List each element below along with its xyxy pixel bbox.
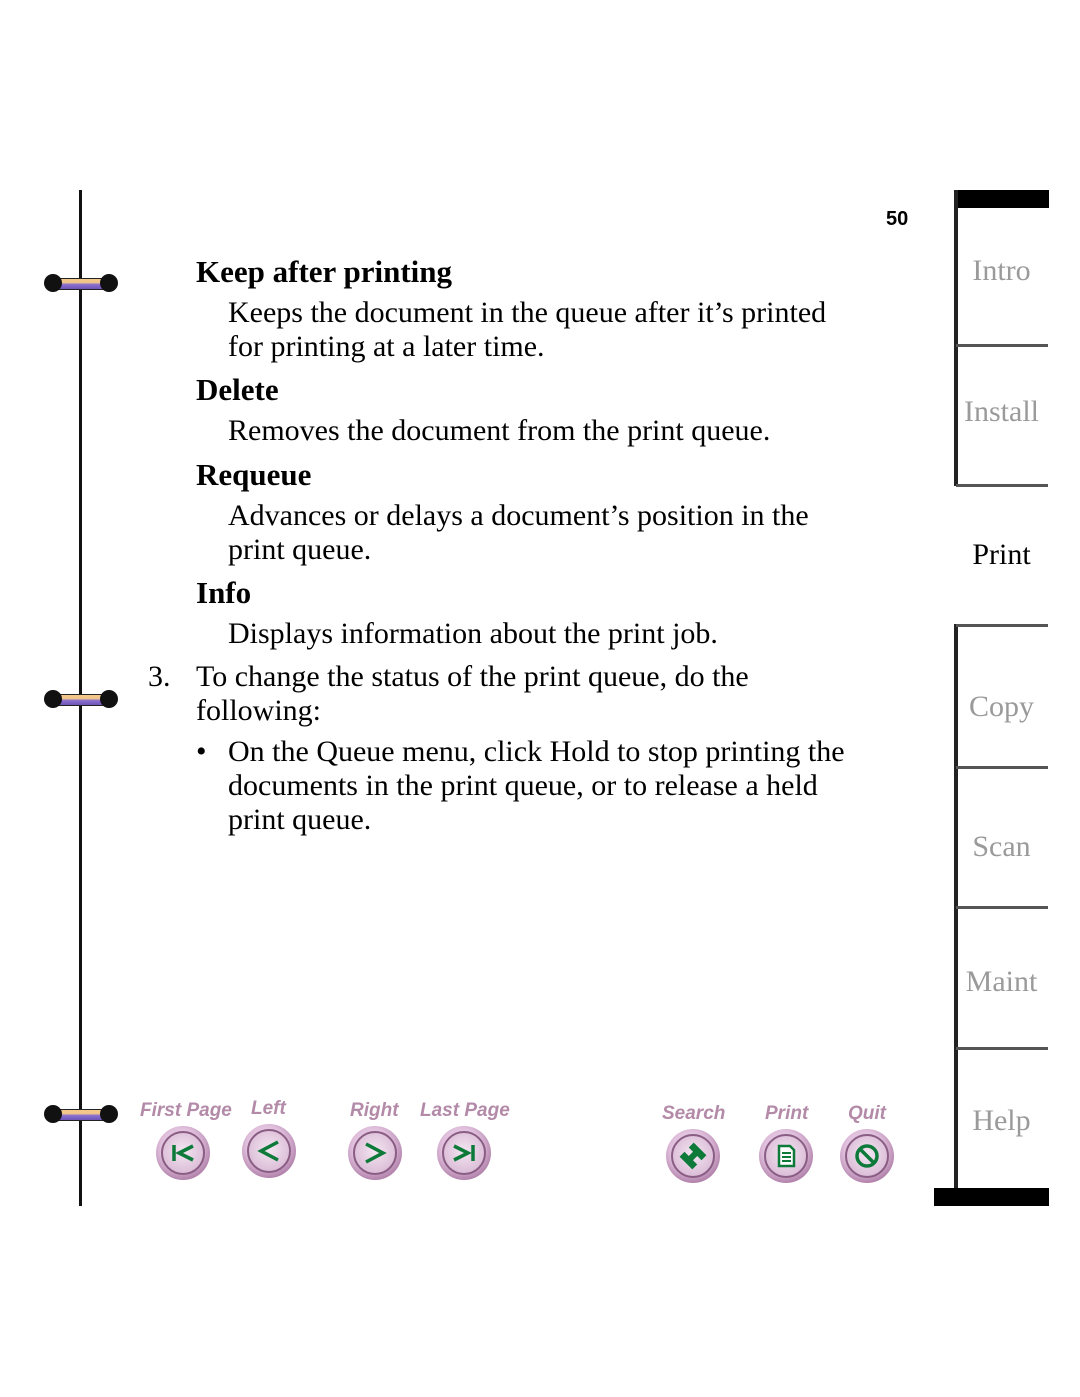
- binder-ring: [44, 274, 118, 292]
- left-button[interactable]: [242, 1124, 296, 1178]
- first-page-label: First Page: [140, 1100, 232, 1121]
- body-line: following:: [196, 694, 321, 727]
- section-body: Advances or delays a document’s position…: [228, 499, 888, 567]
- tab-divider: [956, 766, 1048, 769]
- tab-maint[interactable]: Maint: [954, 965, 1049, 999]
- body-line: print queue.: [228, 533, 372, 566]
- quit-no-icon: [855, 1144, 879, 1168]
- body-line: for printing at a later time.: [228, 330, 545, 363]
- bullet-glyph: •: [196, 735, 207, 768]
- page-number: 50: [886, 208, 909, 230]
- first-page-icon: [172, 1144, 194, 1162]
- step-text: To change the status of the print queue,…: [196, 660, 896, 728]
- section-body: Removes the document from the print queu…: [228, 414, 888, 448]
- left-label: Left: [251, 1098, 286, 1119]
- quit-button[interactable]: [840, 1129, 894, 1183]
- left-arrow-icon: [257, 1140, 279, 1162]
- tabs-bottom-bar: [934, 1188, 1049, 1206]
- section-body: Keeps the document in the queue after it…: [228, 296, 888, 364]
- last-page-icon: [453, 1144, 475, 1162]
- tab-copy[interactable]: Copy: [954, 690, 1049, 724]
- tab-divider: [956, 624, 1048, 627]
- body-line: Keeps the document in the queue after it…: [228, 296, 827, 329]
- body-line: Removes the document from the print queu…: [228, 414, 771, 447]
- print-document-icon: [777, 1144, 796, 1168]
- search-button[interactable]: [666, 1129, 720, 1183]
- binder-ring: [44, 690, 118, 708]
- bullet-text: On the Queue menu, click Hold to stop pr…: [228, 735, 908, 837]
- last-page-label: Last Page: [420, 1100, 510, 1121]
- print-label: Print: [765, 1103, 809, 1124]
- tab-intro[interactable]: Intro: [954, 254, 1049, 288]
- tabs-top-bar: [954, 190, 1049, 208]
- quit-label: Quit: [848, 1103, 886, 1124]
- section-tabs: Intro Install Print Copy Scan Maint Help: [934, 190, 1049, 1206]
- section-heading: Delete: [196, 372, 279, 407]
- section-heading: Keep after printing: [196, 254, 453, 289]
- body-line: On the Queue menu, click Hold to stop pr…: [228, 735, 845, 768]
- tab-divider: [956, 484, 1048, 487]
- section-body: Displays information about the print job…: [228, 617, 888, 651]
- tab-print[interactable]: Print: [954, 538, 1049, 572]
- last-page-button[interactable]: [437, 1126, 491, 1180]
- tab-divider: [956, 344, 1048, 347]
- right-label: Right: [350, 1100, 399, 1121]
- body-line: Advances or delays a document’s position…: [228, 499, 809, 532]
- body-line: print queue.: [228, 803, 372, 836]
- tab-divider: [956, 906, 1048, 909]
- section-heading: Requeue: [196, 457, 312, 492]
- tab-scan[interactable]: Scan: [954, 830, 1049, 864]
- binder-ring: [44, 1105, 118, 1123]
- search-label: Search: [662, 1103, 726, 1124]
- first-page-button[interactable]: [156, 1126, 210, 1180]
- print-button[interactable]: [759, 1129, 813, 1183]
- body-line: To change the status of the print queue,…: [196, 660, 749, 693]
- tab-edge: [954, 190, 958, 486]
- body-line: documents in the print queue, or to rele…: [228, 769, 818, 802]
- section-heading: Info: [196, 575, 252, 610]
- search-binoculars-icon: [679, 1142, 707, 1170]
- tab-install[interactable]: Install: [954, 395, 1049, 429]
- right-button[interactable]: [348, 1126, 402, 1180]
- tab-help[interactable]: Help: [954, 1104, 1049, 1138]
- tab-divider: [956, 1047, 1048, 1050]
- body-line: Displays information about the print job…: [228, 617, 718, 650]
- step-number: 3.: [148, 660, 171, 693]
- right-arrow-icon: [365, 1142, 387, 1164]
